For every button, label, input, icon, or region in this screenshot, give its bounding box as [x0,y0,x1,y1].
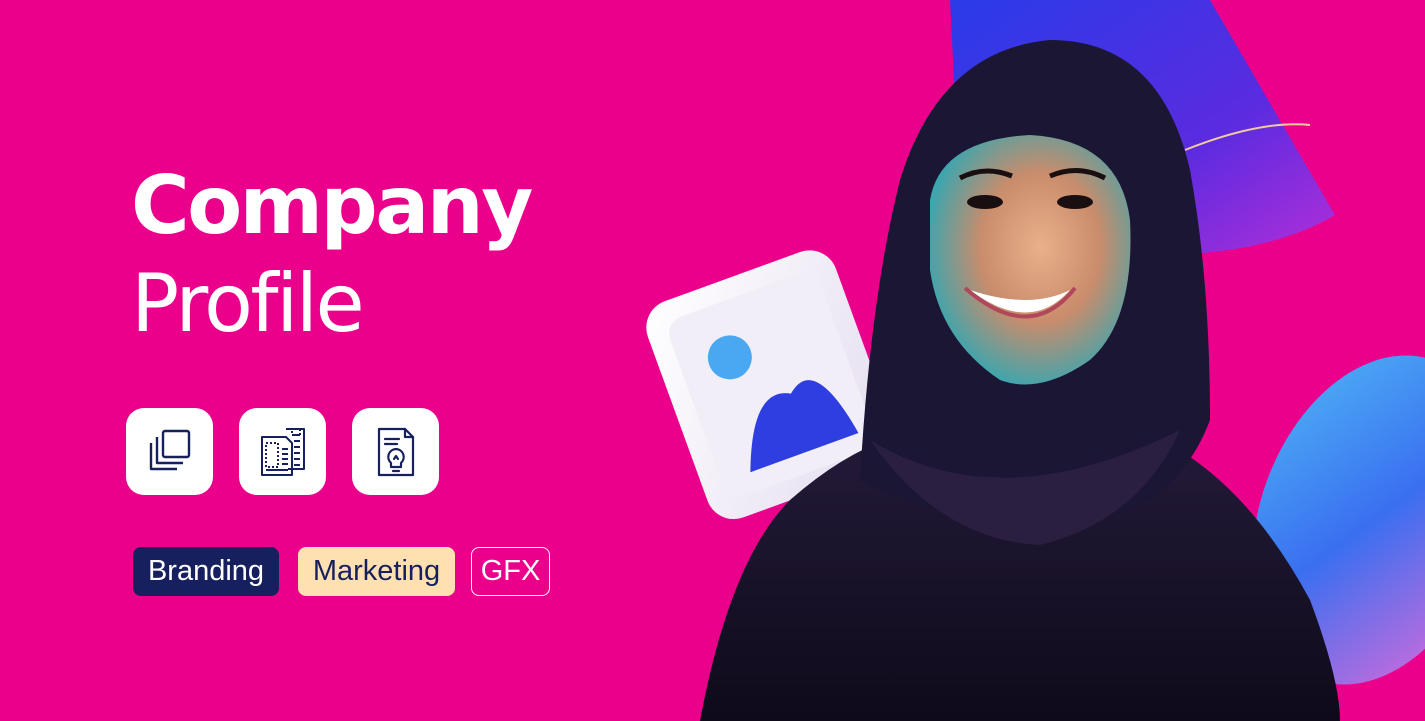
lightbulb-document-tile [352,408,439,495]
document-pages-tile [239,408,326,495]
hero-artwork [646,0,1425,721]
tag-gfx: GFX [471,547,550,596]
tag-branding-label: Branding [147,555,265,587]
tag-branding: Branding [133,547,279,596]
tag-marketing: Marketing [298,547,455,596]
document-pages-icon [260,427,305,476]
hero-illustration [620,0,1425,721]
copy-stack-tile [126,408,213,495]
tag-marketing-label: Marketing [312,555,441,587]
company-profile-banner: Company Profile Branding Marketing GFX [0,0,1425,721]
lightbulb-document-icon [377,427,414,476]
headline-profile: Profile [131,257,365,350]
tag-gfx-label: GFX [480,555,541,587]
copy-stack-icon [149,429,190,470]
headline-company: Company [131,159,533,252]
